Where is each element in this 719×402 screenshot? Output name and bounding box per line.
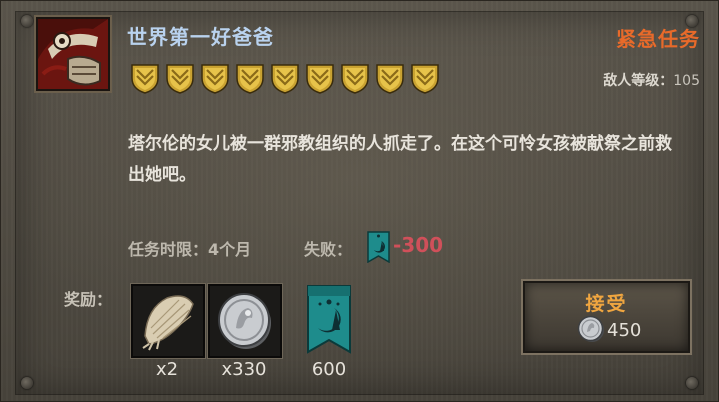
reward-quantity: x2 [155,359,179,380]
failure-penalty: -300 [393,233,444,257]
enemy-level-value: 105 [673,73,700,89]
reward-slot-coin[interactable] [208,284,282,358]
difficulty-skull-icon [269,62,301,94]
time-limit: 任务时限：4个月 [128,240,252,259]
difficulty-skull-icon [129,62,161,94]
failure-label: 失败： [304,240,353,259]
reward-banner[interactable] [304,284,354,354]
accept-cost: 450 [607,320,642,341]
difficulty-skull-icon [199,62,231,94]
reward-slot-bone[interactable] [131,284,205,358]
accept-label: 接受 [585,293,628,315]
quest-panel: 世界第一好爸爸 紧急任务 敌人等级：105 塔尔伦的女儿被一群邪教组织的人抓走了… [0,0,719,402]
difficulty-skull-icon [304,62,336,94]
quest-avatar [36,17,110,91]
difficulty-skull-icon [234,62,266,94]
difficulty-rating [129,62,441,94]
bone-fragment-icon [142,295,194,351]
difficulty-skull-icon [409,62,441,94]
difficulty-skull-icon [164,62,196,94]
reward-quantity: 600 [311,359,347,380]
rewards-label: 奖励： [64,290,113,309]
reward-quantity: x330 [221,359,267,380]
quest-description: 塔尔伦的女儿被一群邪教组织的人抓走了。在这个可怜女孩被献祭之前救出她吧。 [128,134,672,185]
rivet [686,377,698,389]
difficulty-skull-icon [374,62,406,94]
urgent-quest-label: 紧急任务 [616,27,700,51]
enemy-level: 敌人等级：105 [603,70,700,90]
enemy-level-label: 敌人等级： [603,73,674,89]
rivet [21,15,33,27]
moon-banner-icon [307,285,351,354]
silver-coin-icon [218,293,271,349]
moon-banner-icon [366,231,391,264]
silver-coin-icon [577,315,604,342]
rivet [21,377,33,389]
accept-button[interactable]: 接受 450 [523,281,690,353]
difficulty-skull-icon [339,62,371,94]
quest-title: 世界第一好爸爸 [127,25,274,49]
